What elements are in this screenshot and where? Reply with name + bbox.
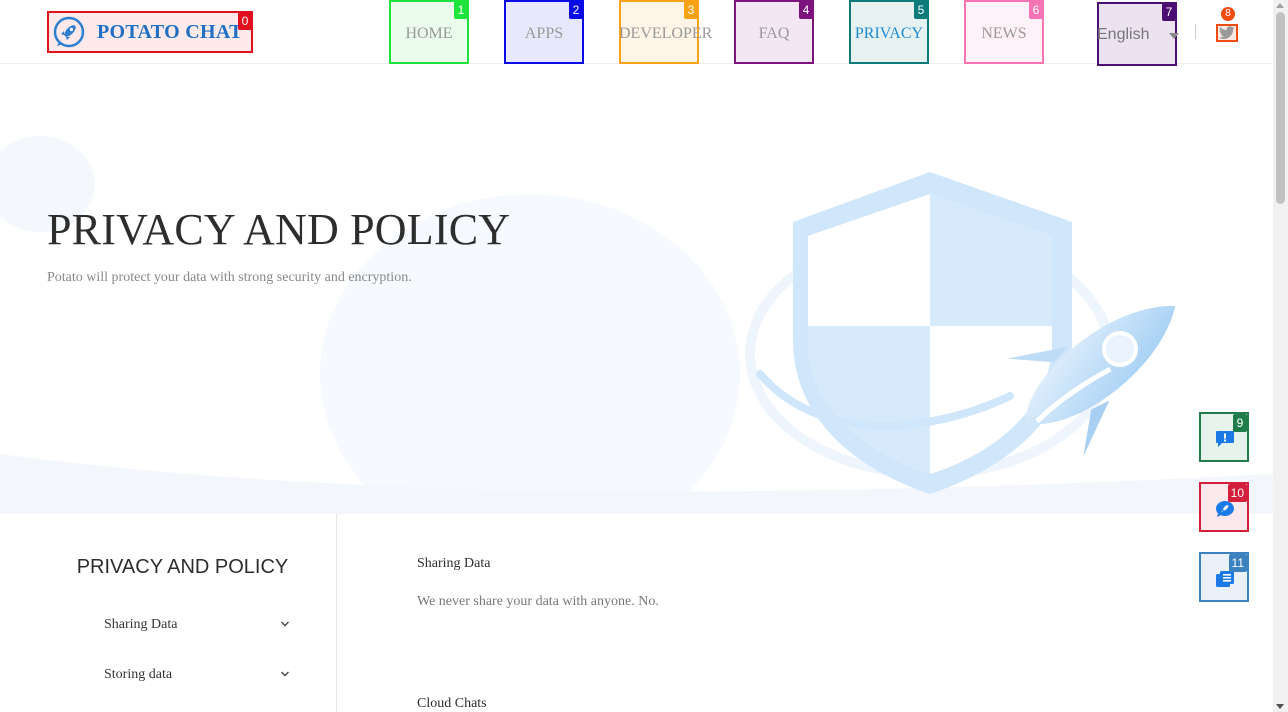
nav-faq-label: FAQ [758,25,790,42]
twitter-icon [1218,26,1235,39]
nav-developer-label: DEVELOPER [619,25,713,42]
section-title-sharing-data: Sharing Data [417,556,491,571]
language-label: English [1097,26,1150,43]
nav-news[interactable]: NEWS 6 [964,0,1044,64]
nav-apps[interactable]: APPS 2 [504,0,584,64]
sidebar-title: PRIVACY AND POLICY [76,556,289,578]
brand-name: POTATO CHAT [97,20,243,43]
element-tag: 4 [799,1,813,19]
nav-faq[interactable]: FAQ 4 [734,0,814,64]
element-tag: 2 [569,1,583,19]
sidebar-item-label: Sharing Data [104,617,178,632]
hero-subtitle: Potato will protect your data with stron… [47,270,412,285]
hero-title: PRIVACY AND POLICY [47,205,511,254]
element-tag: 8 [1221,7,1235,21]
feedback-button[interactable]: 9 [1199,412,1249,462]
header-divider [1195,24,1196,39]
nav-privacy[interactable]: PRIVACY 5 [849,0,929,64]
language-select[interactable]: English 7 [1097,2,1179,66]
section-title-cloud-chats: Cloud Chats [417,696,487,711]
top-header: POTATO CHAT 0 HOME 1 APPS 2 DEVELOPER 3 … [0,0,1273,66]
caret-down-icon [1169,33,1179,39]
nav-apps-label: APPS [524,25,564,42]
potato-logo-icon [53,16,85,48]
shield-rocket-illustration [0,136,1273,514]
nav-privacy-label: PRIVACY [854,25,924,42]
scroll-thumb[interactable] [1276,12,1285,204]
chevron-down-icon [281,621,289,627]
nav-news-label: NEWS [981,25,1027,42]
element-tag: 3 [684,1,698,19]
brand-logo-link[interactable]: POTATO CHAT 0 [47,11,253,53]
nav-home-label: HOME [405,25,453,42]
scroll-up-arrow-icon[interactable] [1276,3,1284,8]
feedback-icon [1216,431,1234,447]
policy-content: PRIVACY AND POLICY Sharing Data Storing … [0,514,1273,712]
scroll-down-arrow-icon[interactable] [1276,704,1284,709]
element-tag: 6 [1029,1,1043,19]
element-tag: 5 [914,1,928,19]
twitter-link[interactable]: 8 [1216,7,1238,42]
sidebar-item-sharing-data[interactable]: Sharing Data [104,614,294,638]
element-tag: 1 [454,1,468,19]
sidebar-item-storing-data[interactable]: Storing data [104,664,294,688]
element-tag: 10 [1227,484,1247,502]
nav-home[interactable]: HOME 1 [389,0,469,64]
page-scrollbar[interactable] [1273,0,1288,712]
nav-developer[interactable]: DEVELOPER 3 [619,0,712,64]
hero-banner: PRIVACY AND POLICY Potato will protect y… [0,64,1273,514]
policy-sidebar: PRIVACY AND POLICY Sharing Data Storing … [0,514,337,712]
chevron-down-icon [281,671,289,677]
section-body-sharing-data: We never share your data with anyone. No… [417,594,659,609]
element-tag: 9 [1233,414,1247,432]
element-tag: 0 [238,12,252,30]
element-tag: 7 [1162,3,1176,21]
sidebar-item-label: Storing data [104,667,173,682]
